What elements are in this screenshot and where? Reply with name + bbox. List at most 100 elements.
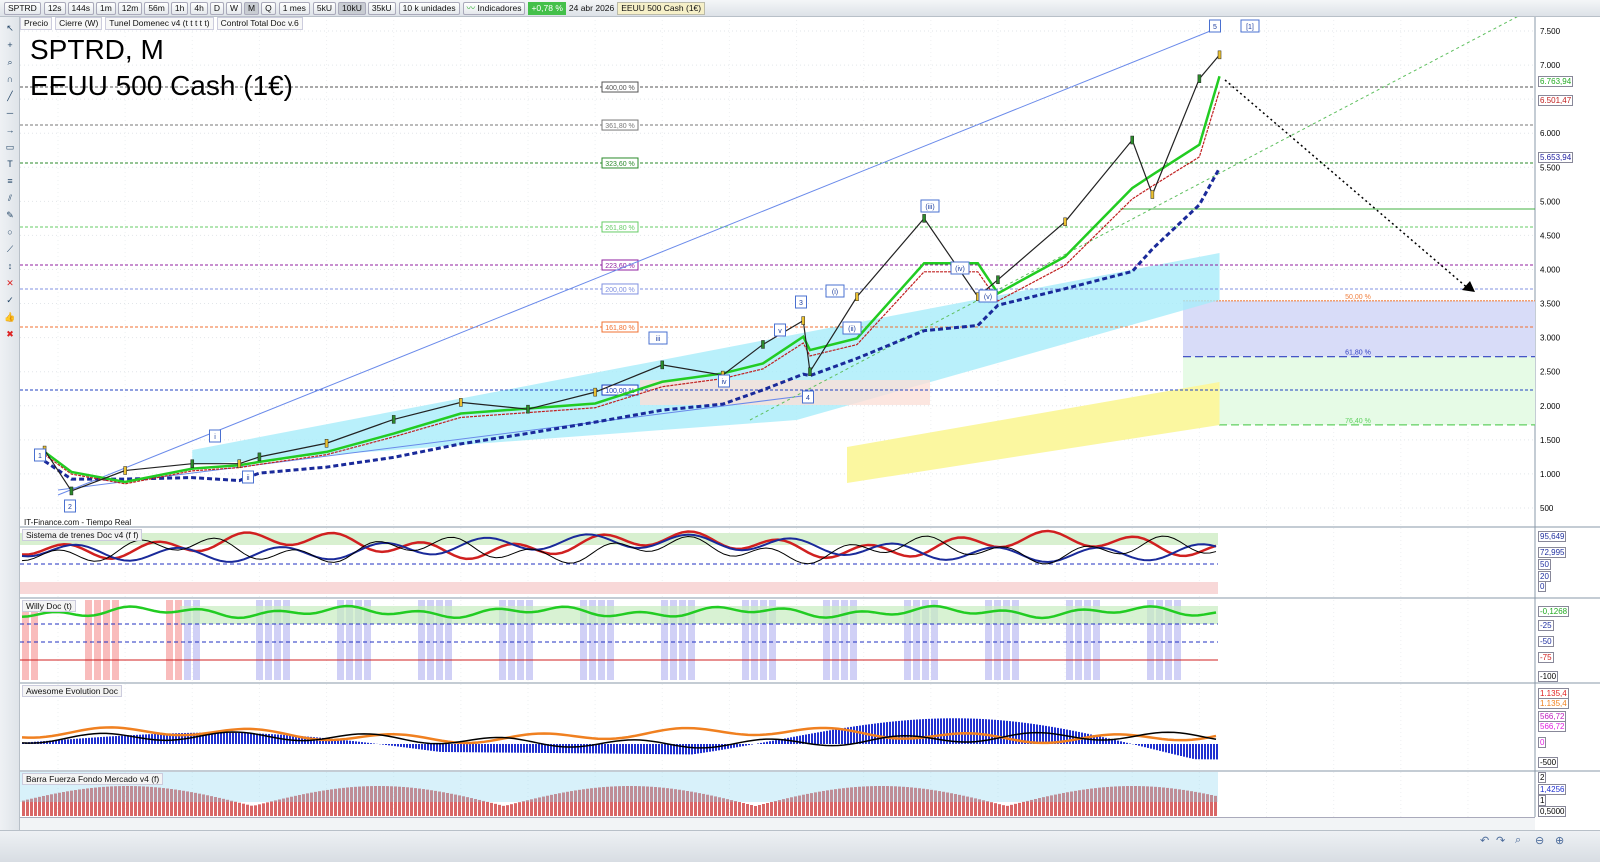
barra-bar	[998, 804, 1001, 816]
symbol-select[interactable]: SPTRD	[4, 1, 41, 15]
zoom-fit-icon[interactable]: ⌕	[1515, 834, 1521, 847]
zoom-in-icon[interactable]: ⊕	[1555, 834, 1564, 847]
volume-button-10kU[interactable]: 10kU	[337, 1, 366, 15]
wave-label: 3	[799, 300, 803, 307]
trend-tool-icon[interactable]: ⟋	[3, 243, 17, 255]
units-select[interactable]: 10 k unidades	[398, 1, 460, 15]
check-tool-icon[interactable]: ✓	[3, 294, 17, 306]
awesome-bar	[1120, 741, 1122, 744]
legend-item[interactable]: Precio	[20, 17, 53, 30]
awesome-bar	[160, 733, 162, 744]
redo-icon[interactable]: ↷	[1496, 834, 1505, 847]
period-button-1m[interactable]: 1m	[95, 1, 116, 15]
legend-item[interactable]: Tunel Domenec v4 (t t t t t)	[105, 17, 214, 30]
measure-tool-icon[interactable]: ↕	[3, 260, 17, 272]
period-button-144s[interactable]: 144s	[67, 1, 94, 15]
period-button-M[interactable]: M	[243, 1, 260, 15]
awesome-bar	[253, 733, 255, 744]
legend-item[interactable]: Control Total Doc v.6	[216, 17, 303, 30]
close-tool-icon[interactable]: ✖	[3, 328, 17, 340]
awesome-bar	[649, 744, 651, 754]
ray-tool-icon[interactable]: →	[3, 124, 17, 136]
awesome-bar	[1201, 744, 1203, 760]
awesome-bar	[1033, 724, 1035, 744]
rect-tool-icon[interactable]: ▭	[3, 141, 17, 153]
awesome-bar	[556, 744, 558, 754]
time-axis[interactable]	[20, 817, 1535, 830]
awesome-bar	[742, 744, 744, 747]
awesome-bar	[157, 733, 159, 744]
awesome-bar	[121, 735, 123, 744]
period-button-12s[interactable]: 12s	[43, 1, 66, 15]
awesome-bar	[1006, 720, 1008, 744]
fib-retracement-label: 50,00 %	[1345, 294, 1371, 301]
awesome-bar	[1114, 739, 1116, 744]
awesome-bar	[757, 743, 759, 744]
candle	[761, 340, 765, 349]
awesome-bar	[346, 740, 348, 744]
cursor-tool-icon[interactable]: ↖	[3, 22, 17, 34]
volume-button-35kU[interactable]: 35kU	[367, 1, 396, 15]
period-button-W[interactable]: W	[225, 1, 242, 15]
crosshair-tool-icon[interactable]: +	[3, 39, 17, 51]
period-button-4h[interactable]: 4h	[190, 1, 208, 15]
awesome-bar	[409, 744, 411, 749]
range-select[interactable]: 1 mes	[278, 1, 310, 15]
awesome-bar	[832, 729, 834, 744]
period-button-56m[interactable]: 56m	[144, 1, 169, 15]
period-button-1h[interactable]: 1h	[170, 1, 189, 15]
awesome-bar	[466, 744, 468, 753]
chart-canvas[interactable]: 7.5007.0006.5006.0005.5005.0004.5004.000…	[0, 0, 1600, 862]
axis-value-label: 566,72	[1538, 721, 1567, 732]
wave-label: (iii)	[925, 204, 934, 211]
candle	[1130, 135, 1134, 145]
delete-tool-icon[interactable]: ✕	[3, 277, 17, 289]
magnet-tool-icon[interactable]: ∩	[3, 73, 17, 85]
awesome-bar	[601, 744, 603, 754]
change-badge: +0,78 %	[528, 1, 566, 15]
hline-tool-icon[interactable]: ─	[3, 107, 17, 119]
undo-icon[interactable]: ↶	[1480, 834, 1489, 847]
candle	[808, 367, 812, 376]
awesome-bar	[499, 744, 501, 753]
awesome-bar	[604, 744, 606, 754]
text-tool-icon[interactable]: T	[3, 158, 17, 170]
barra-bar	[1022, 801, 1025, 816]
awesome-bar	[598, 744, 600, 754]
legend-item[interactable]: Cierre (W)	[55, 17, 103, 30]
awesome-bar	[922, 719, 924, 744]
fib-extension-label: 200,00 %	[605, 287, 635, 294]
barra-bar	[22, 800, 25, 816]
line-tool-icon[interactable]: ╱	[3, 90, 17, 102]
circle-tool-icon[interactable]: ○	[3, 226, 17, 238]
fib-tool-icon[interactable]: ≡	[3, 175, 17, 187]
legend-bar: Precio Cierre (W) Tunel Domenec v4 (t t t …	[20, 17, 303, 30]
like-tool-icon[interactable]: 👍	[3, 311, 17, 323]
awesome-bar	[634, 744, 636, 754]
awesome-bar	[688, 744, 690, 755]
indicators-button[interactable]: 〰 Indicadores	[462, 1, 526, 15]
awesome-bar	[541, 744, 543, 753]
awesome-bar	[574, 744, 576, 754]
barra-bar	[494, 803, 497, 816]
awesome-bar	[496, 744, 498, 753]
period-button-Q[interactable]: Q	[261, 1, 276, 15]
indicators-label: Indicadores	[477, 2, 522, 13]
awesome-bar	[889, 721, 891, 744]
awesome-bar	[994, 719, 996, 744]
channel-tool-icon[interactable]: ⫽	[3, 192, 17, 204]
awesome-bar	[1126, 742, 1128, 744]
period-button-12m[interactable]: 12m	[117, 1, 143, 15]
volume-button-5kU[interactable]: 5kU	[312, 1, 336, 15]
zoom-out-icon[interactable]: ⊖	[1535, 834, 1544, 847]
pencil-tool-icon[interactable]: ✎	[3, 209, 17, 221]
barra-bar	[266, 802, 269, 816]
awesome-bar	[106, 736, 108, 744]
barra-bar	[26, 799, 29, 816]
awesome-bar	[856, 725, 858, 744]
period-button-D[interactable]: D	[209, 1, 224, 15]
zoom-tool-icon[interactable]: ⌕	[3, 56, 17, 68]
y-tick-label: 1.000	[1540, 470, 1561, 479]
wave-label: (ii)	[848, 326, 856, 333]
candle	[526, 404, 530, 414]
